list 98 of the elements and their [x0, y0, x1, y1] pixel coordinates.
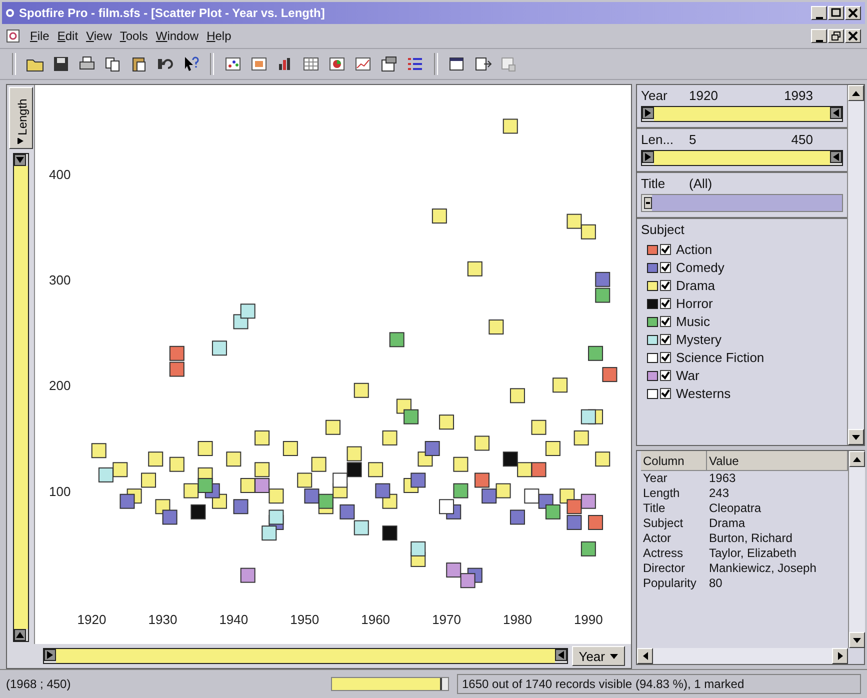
table-cell-text: 1963 — [708, 471, 737, 486]
checkbox-label: Comedy — [676, 260, 724, 275]
axis-tick-label: 1920 — [77, 612, 106, 627]
left-arrow-icon — [642, 652, 648, 660]
scroll-down-button[interactable] — [848, 429, 864, 445]
checkbox-label: Music — [676, 314, 710, 329]
column-header[interactable]: Column — [641, 451, 707, 471]
axis-tick-label: 1930 — [148, 612, 178, 627]
axis-selector-button[interactable]: Year — [572, 646, 625, 666]
minimize-icon — [816, 40, 822, 42]
window-title: Spotfire Pro - film.sfs - [Scatter Plot - Year vs. Length] — [19, 6, 325, 20]
filter-label: Year — [641, 88, 668, 103]
filter-label: Title — [641, 176, 666, 191]
menu-item[interactable]: Edit — [53, 29, 82, 43]
dropdown-arrow-icon — [610, 654, 618, 658]
restore-icon — [831, 31, 841, 41]
cursor-coordinates: (1968 ; 450) — [6, 677, 71, 691]
table-cell-text: Length — [642, 486, 681, 501]
minimize-button[interactable] — [811, 6, 827, 20]
axis-tick-label: 1960 — [361, 612, 390, 627]
axis-tick-label: 1940 — [219, 612, 248, 627]
checkbox[interactable] — [660, 352, 671, 363]
menu-item[interactable]: Tools — [116, 29, 152, 43]
axis-selector-tab[interactable]: Length — [8, 87, 32, 149]
table-cell-text: Drama — [708, 516, 746, 531]
close-button[interactable] — [845, 29, 861, 43]
table-cell-text: Title — [642, 501, 666, 516]
maximize-button[interactable] — [828, 6, 844, 20]
checkbox[interactable] — [660, 316, 671, 327]
scroll-down-button[interactable] — [849, 632, 865, 648]
checkbox-label: Mystery — [676, 332, 722, 347]
checkbox-label: Westerns — [676, 386, 731, 401]
close-icon — [848, 8, 858, 18]
table-cell-text: Actress — [642, 546, 684, 561]
table-cell-text: 80 — [708, 576, 724, 591]
right-arrow-icon — [838, 652, 842, 660]
menu-item[interactable]: File — [26, 29, 54, 43]
table-cell-text: Cleopatra — [708, 501, 762, 516]
table-cell-text: Actor — [642, 531, 672, 546]
table-cell-text: Year — [642, 471, 668, 486]
checkbox[interactable] — [660, 280, 671, 291]
range-value: 450 — [791, 132, 813, 147]
table-cell-text: Burton, Richard — [708, 531, 794, 546]
range-value: 1920 — [689, 88, 718, 103]
scrollbar[interactable] — [848, 451, 865, 648]
menu-item[interactable]: View — [82, 29, 116, 43]
scroll-up-button[interactable] — [848, 85, 864, 101]
axis-tick-label: 200 — [49, 378, 71, 394]
filter-label: Len... — [641, 132, 675, 147]
maximize-icon — [831, 8, 841, 18]
checkbox[interactable] — [660, 334, 671, 345]
dropdown-arrow-icon — [17, 138, 24, 144]
checkbox-label: Horror — [676, 296, 713, 311]
menu-item[interactable]: Help — [202, 29, 236, 43]
close-icon — [848, 31, 858, 41]
close-button[interactable] — [845, 6, 861, 20]
records-count: 1650 out of 1740 records visible (94.83 %), 1 marked — [457, 674, 861, 694]
scroll-right-button[interactable] — [832, 648, 848, 664]
table-cell-text: Director — [642, 561, 686, 576]
axis-tick-label: 100 — [49, 484, 71, 499]
down-arrow-icon — [852, 434, 860, 440]
axis-tick-label: 1950 — [290, 612, 320, 627]
scroll-up-button[interactable] — [849, 451, 865, 467]
minimize-icon — [816, 17, 822, 19]
scroll-left-button[interactable] — [637, 648, 653, 664]
checkbox[interactable] — [660, 370, 671, 381]
up-arrow-icon — [852, 90, 860, 96]
axis-tick-label: 1980 — [503, 612, 532, 627]
checkbox-label: Action — [676, 242, 712, 257]
axis-tick-label: 1990 — [574, 612, 603, 627]
axis-tick-label: 1970 — [432, 612, 461, 627]
menu-item[interactable]: Window — [152, 29, 203, 43]
minimize-button[interactable] — [811, 29, 827, 43]
scrollbar[interactable] — [637, 648, 848, 664]
table-cell-text: Subject — [642, 516, 684, 531]
checkbox-label: War — [676, 368, 700, 383]
checkbox-label: Drama — [676, 278, 716, 293]
document-icon — [6, 29, 20, 43]
axis-tick-label: 400 — [49, 166, 71, 182]
checkbox[interactable] — [660, 262, 671, 273]
table-cell-text: Popularity — [642, 576, 698, 591]
column-header[interactable]: Value — [707, 451, 848, 471]
table-cell-text: Mankiewicz, Joseph — [708, 561, 818, 576]
table-cell-text: Taylor, Elizabeth — [708, 546, 798, 561]
up-arrow-icon — [853, 456, 861, 462]
restore-button[interactable] — [828, 29, 844, 43]
checkbox-label: Science Fiction — [676, 350, 764, 365]
range-value: 5 — [689, 132, 696, 147]
table-cell-text: 243 — [708, 486, 730, 501]
filter-value: (All) — [689, 176, 712, 191]
down-arrow-icon — [853, 638, 861, 642]
checkbox[interactable] — [660, 388, 671, 399]
app-icon — [6, 9, 14, 17]
axis-tick-label: 300 — [49, 272, 71, 288]
range-value: 1993 — [784, 88, 813, 103]
scrollbar[interactable] — [847, 85, 864, 445]
checkbox[interactable] — [660, 298, 671, 309]
checkbox[interactable] — [660, 244, 671, 255]
